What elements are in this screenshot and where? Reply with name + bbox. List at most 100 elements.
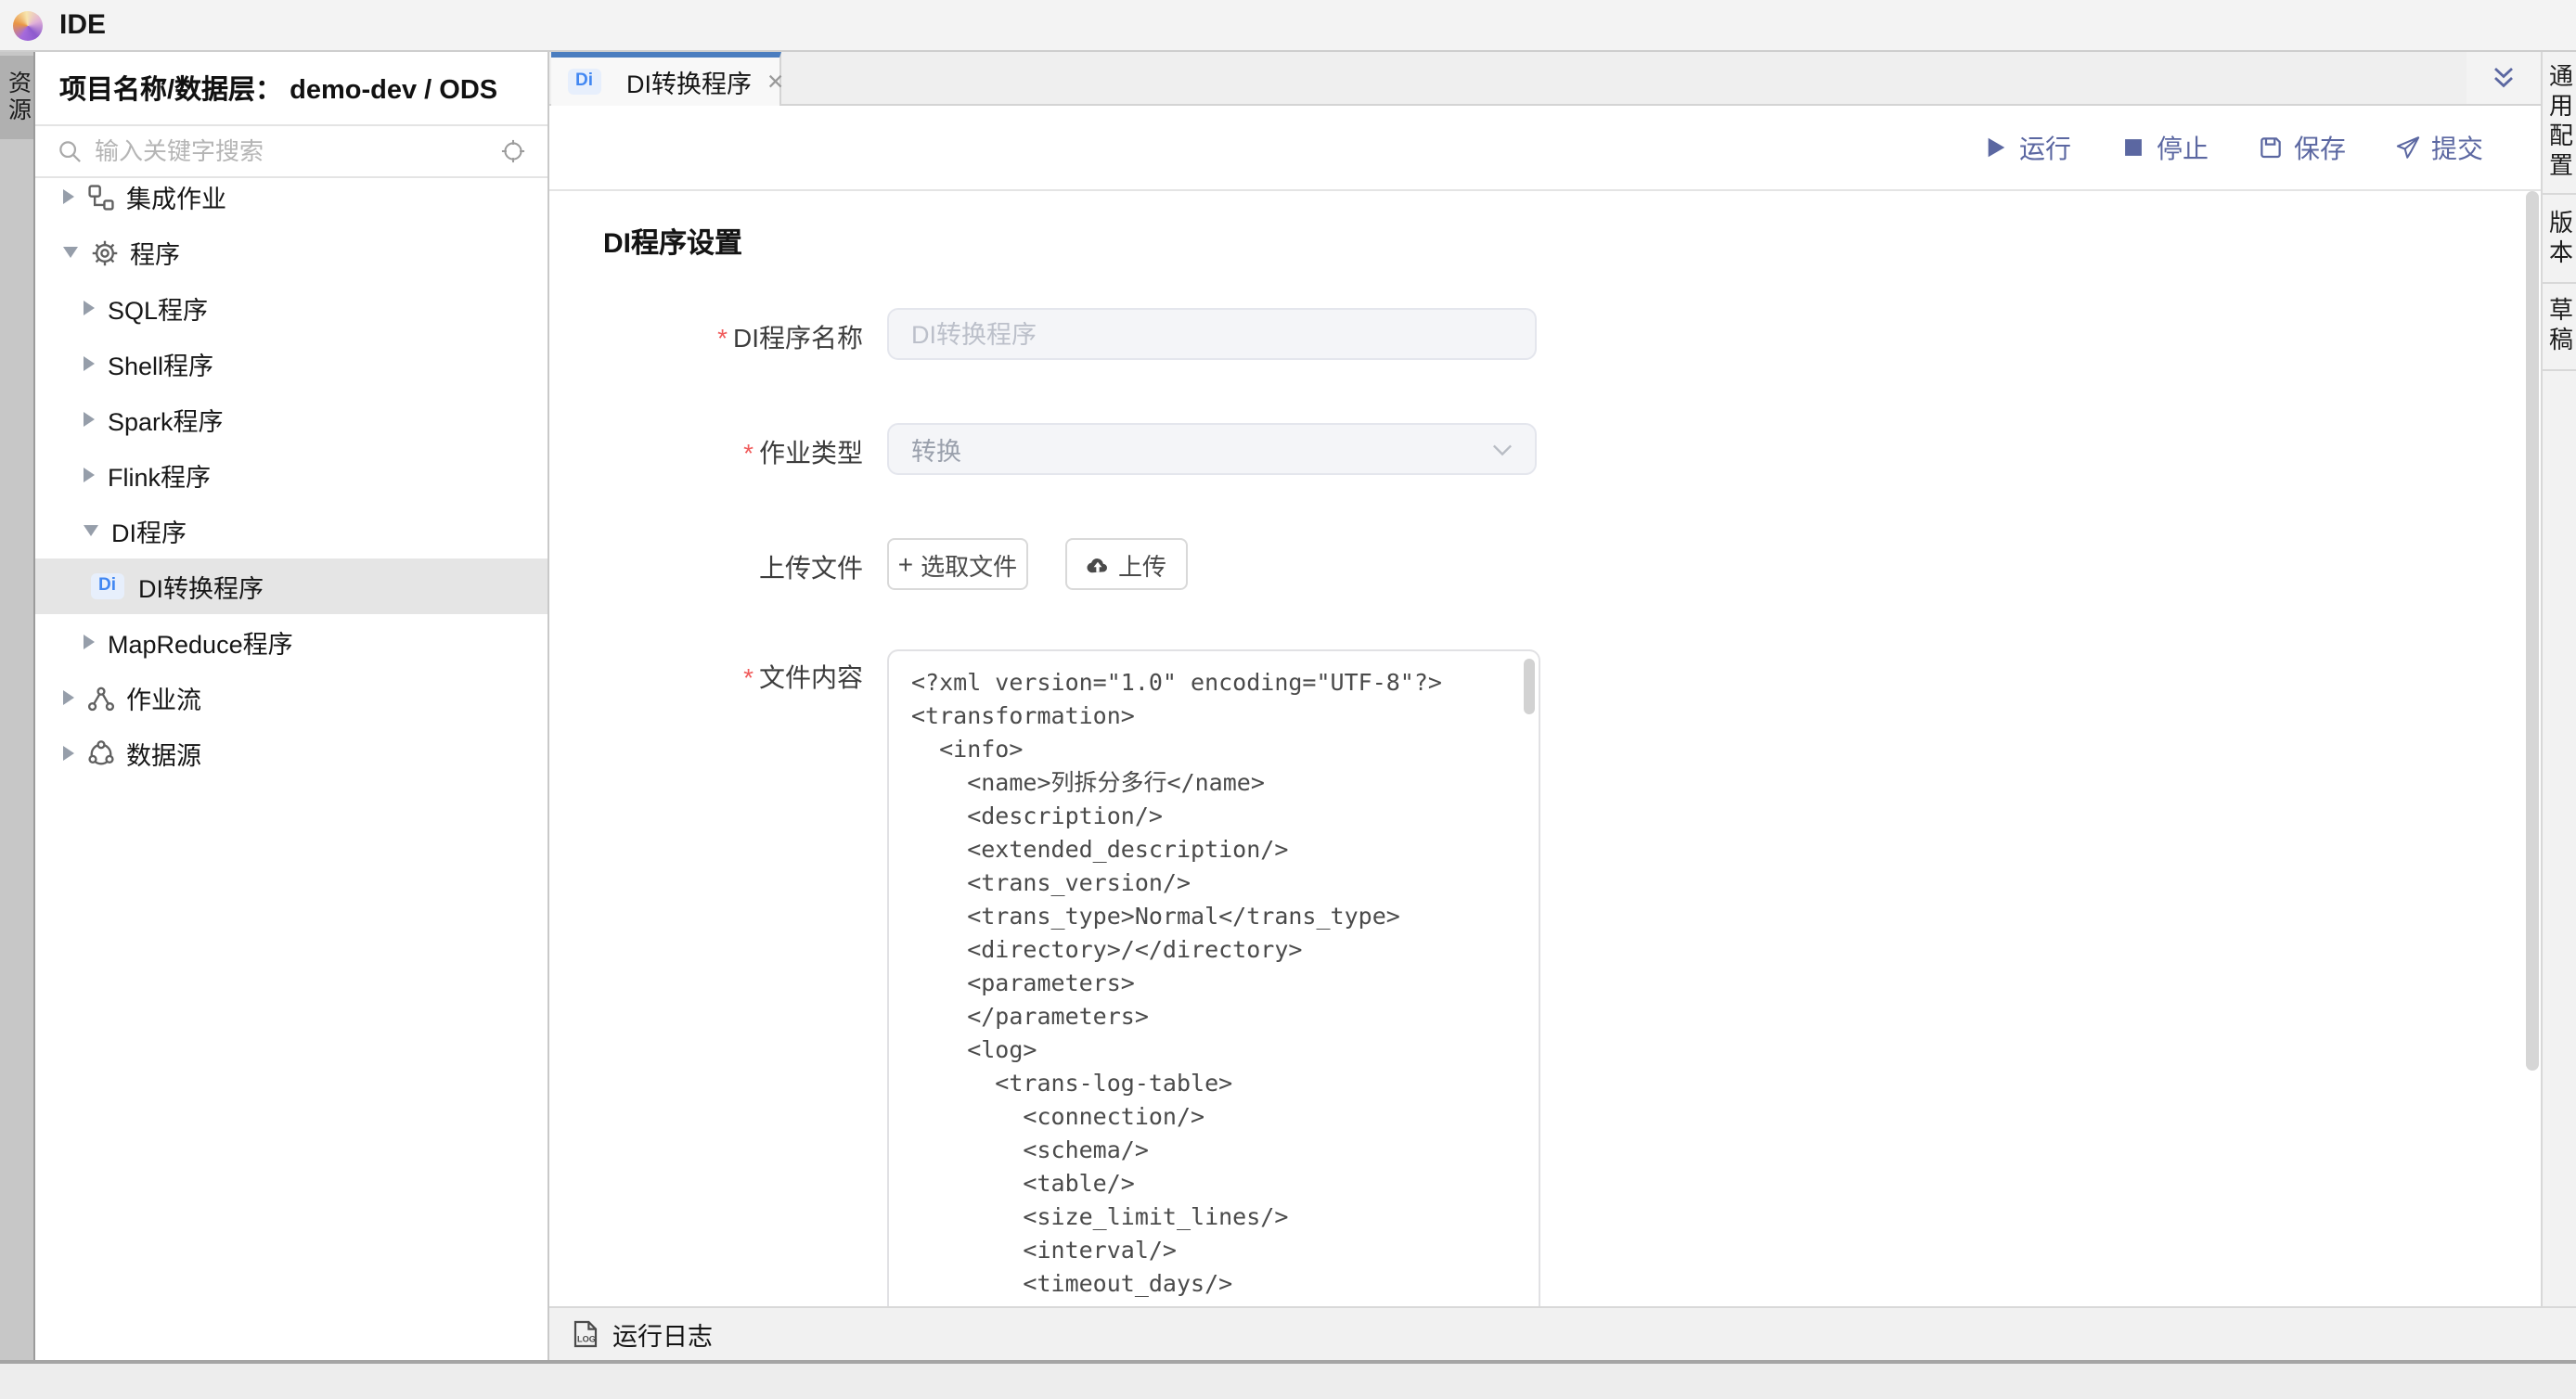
caret-right-icon[interactable] [84,356,95,371]
search-input[interactable] [95,137,488,165]
choose-file-label: 选取文件 [921,546,1017,582]
editor-tab-strip: Di DI转换程序 ✕ [549,52,2541,106]
choose-file-button[interactable]: + 选取文件 [887,538,1028,590]
upload-button-label: 上传 [1118,546,1166,582]
editor-toolbar: 运行 停止 保存 提交 [549,106,2541,191]
caret-down-icon[interactable] [84,525,98,536]
submit-button[interactable]: 提交 [2396,129,2483,166]
tree-item-programs[interactable]: 程序 [35,225,547,280]
main-scrollbar[interactable] [2526,191,2539,1071]
name-field-label: *DI程序名称 [650,319,863,356]
tab-di-transform-program[interactable]: Di DI转换程序 ✕ [551,52,781,106]
app-logo-icon [13,10,43,40]
submit-label: 提交 [2431,129,2483,166]
tree-item-mapreduce-program[interactable]: MapReduce程序 [35,614,547,670]
rail-tab-resources-label: 资源 [6,71,29,124]
tree-item-sql-program[interactable]: SQL程序 [35,280,547,336]
integration-icon [87,183,115,211]
name-input[interactable] [911,320,1513,348]
job-type-label: *作业类型 [650,434,863,471]
caret-down-icon[interactable] [63,247,78,258]
tree-item-label: 作业流 [126,679,201,716]
tree-item-di-transform-program-selected[interactable]: Di DI转换程序 [35,558,547,614]
tree-item-label: DI转换程序 [138,568,264,605]
locate-icon[interactable] [501,139,525,163]
stop-button[interactable]: 停止 [2121,129,2209,166]
run-button[interactable]: 运行 [1984,129,2071,166]
upload-button[interactable]: 上传 [1065,538,1188,590]
play-icon [1984,135,2008,160]
file-content-label: *文件内容 [650,659,863,696]
tree-item-di-program[interactable]: DI程序 [35,503,547,558]
file-content-textarea[interactable]: <?xml version="1.0" encoding="UTF-8"?> <… [887,649,1540,1306]
required-mark: * [743,662,753,692]
run-label: 运行 [2019,129,2071,166]
submit-icon [2396,135,2420,160]
save-label: 保存 [2294,129,2346,166]
gear-icon [91,238,119,266]
caret-right-icon[interactable] [84,635,95,649]
search-icon [58,139,82,163]
tree-item-shell-program[interactable]: Shell程序 [35,336,547,391]
required-mark: * [743,438,753,468]
tree-item-datasources[interactable]: 数据源 [35,725,547,781]
caret-right-icon[interactable] [63,189,74,204]
tab-title: DI转换程序 [626,63,752,100]
datasource-icon [87,739,115,767]
job-type-value: 转换 [911,430,1492,468]
upload-file-label: 上传文件 [650,549,863,586]
stop-label: 停止 [2157,129,2209,166]
job-type-select[interactable]: 转换 [887,423,1537,475]
save-icon [2259,135,2283,160]
form-heading: DI程序设置 [603,223,742,262]
workflow-icon [87,684,115,712]
resource-sidebar: 项目名称/数据层： demo-dev / ODS 集成作业 程序 SQL程序 [35,52,549,1360]
resource-tree: 集成作业 程序 SQL程序 Shell程序 Spark程序 Flink程 [35,169,547,781]
tree-item-workflows[interactable]: 作业流 [35,670,547,725]
caret-right-icon[interactable] [84,301,95,315]
tab-general-config[interactable]: 通用配置 [2543,52,2576,195]
tab-versions[interactable]: 版本 [2543,195,2576,284]
tab-general-config-label: 通用配置 [2547,63,2571,182]
tree-item-integration-jobs[interactable]: 集成作业 [35,169,547,225]
app-title: IDE [59,9,106,41]
di-badge: Di [568,70,600,95]
textarea-scrollbar[interactable] [1524,659,1535,714]
editor-panel: Di DI转换程序 ✕ 运行 停止 保存 提交 [549,52,2541,1360]
plus-icon: + [898,551,913,577]
file-content-text: <?xml version="1.0" encoding="UTF-8"?> <… [889,651,1539,1306]
run-log-label: 运行日志 [612,1316,713,1353]
tree-item-label: DI程序 [111,512,187,549]
close-icon[interactable]: ✕ [766,69,784,95]
caret-right-icon[interactable] [84,412,95,427]
top-bar: IDE [0,0,2576,52]
cloud-upload-icon [1087,554,1111,574]
form-area: DI程序设置 *DI程序名称 *作业类型 转换 上传文件 + 选取文件 [549,191,2541,1306]
caret-right-icon[interactable] [84,468,95,482]
svg-text:LOG: LOG [577,1334,596,1343]
save-button[interactable]: 保存 [2259,129,2346,166]
stop-icon [2121,135,2145,160]
tree-item-label: Shell程序 [108,345,213,382]
tree-item-label: 程序 [130,234,180,271]
run-log-bar[interactable]: LOG 运行日志 [549,1306,2576,1360]
tree-item-flink-program[interactable]: Flink程序 [35,447,547,503]
left-rail: 资源 [0,52,35,1360]
tab-drafts[interactable]: 草稿 [2543,284,2576,371]
window-bottom-edge [0,1360,2576,1364]
tree-item-label: SQL程序 [108,289,208,327]
project-header: 项目名称/数据层： demo-dev / ODS [35,52,547,126]
caret-right-icon[interactable] [63,690,74,705]
tree-item-spark-program[interactable]: Spark程序 [35,391,547,447]
name-field [887,308,1537,360]
collapse-tabs-button[interactable] [2467,52,2541,104]
tree-item-label: Flink程序 [108,456,211,494]
tab-versions-label: 版本 [2547,209,2571,268]
log-file-icon: LOG [572,1319,599,1349]
chevron-down-icon [1492,443,1513,456]
required-mark: * [717,323,728,353]
tree-item-label: 集成作业 [126,178,226,215]
caret-right-icon[interactable] [63,746,74,761]
tab-drafts-label: 草稿 [2547,297,2571,356]
rail-tab-resources[interactable]: 资源 [0,56,33,139]
